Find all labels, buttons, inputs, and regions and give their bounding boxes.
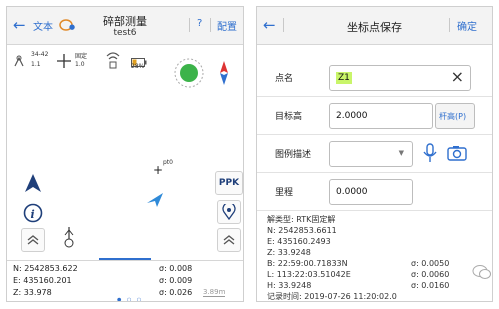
sat-count: 34-42 bbox=[31, 51, 49, 58]
navigation-icon[interactable] bbox=[21, 171, 45, 195]
longitude-value: L: 113:22:03.51042E bbox=[267, 270, 351, 279]
legend-select[interactable]: ▼ bbox=[329, 141, 413, 167]
point-marker-icon[interactable]: + bbox=[153, 163, 163, 177]
solution-info-panel: 解类型: RTK固定解 N: 2542853.6611 E: 435160.24… bbox=[267, 214, 449, 301]
dropdown-icon: ▼ bbox=[398, 149, 404, 157]
location-pin-icon[interactable] bbox=[217, 200, 241, 224]
easting-value: E: 435160.2493 bbox=[267, 237, 331, 246]
survey-screen: ← 文本 ● 碎部测量 test6 ? 配置 34-42 1.1 固定 1.0 bbox=[6, 6, 244, 302]
point-name-input[interactable]: Z1 × bbox=[329, 65, 471, 91]
coordinate-panel: N: 2542853.622 E: 435160.201 Z: 33.978 σ… bbox=[7, 260, 243, 301]
help-button[interactable]: ? bbox=[197, 18, 202, 29]
header-bar: ← 坐标点保存 确定 bbox=[257, 7, 492, 45]
save-point-screen: ← 坐标点保存 确定 点名 Z1 × 目标高 2.0000 杆高(P) 图例描述… bbox=[256, 6, 493, 302]
mileage-row: 里程 0.0000 bbox=[257, 173, 492, 211]
ppk-button[interactable]: PPK bbox=[215, 171, 243, 195]
easting-value: E: 435160.201 bbox=[13, 276, 72, 285]
legend-label: 图例描述 bbox=[275, 150, 312, 160]
northing-value: N: 2542853.6611 bbox=[267, 226, 337, 235]
page-dots[interactable]: ● ○ ○ bbox=[117, 297, 143, 301]
record-time: 记录时间: 2019-07-26 11:20:02.0 bbox=[267, 292, 397, 301]
sigma-n: σ: 0.008 bbox=[159, 264, 193, 273]
ellipsoid-height-value: H: 33.9248 bbox=[267, 281, 312, 290]
info-icon[interactable]: i bbox=[21, 201, 45, 225]
link-icon[interactable] bbox=[105, 50, 121, 74]
microphone-icon[interactable] bbox=[423, 143, 437, 167]
latitude-value: B: 22:59:00.71833N bbox=[267, 259, 348, 268]
collapse-up-icon[interactable] bbox=[217, 228, 241, 252]
clear-icon[interactable]: × bbox=[451, 69, 464, 85]
status-row: 34-42 1.1 固定 1.0 28% bbox=[7, 47, 243, 77]
fix-status: 固定 bbox=[75, 53, 88, 60]
point-name-label: 点名 bbox=[275, 74, 294, 84]
divider bbox=[449, 18, 450, 32]
confirm-button[interactable]: 确定 bbox=[457, 18, 477, 33]
solution-type: 解类型: RTK固定解 bbox=[267, 215, 336, 224]
sigma-l: σ: 0.0060 bbox=[411, 270, 450, 279]
target-height-label: 目标高 bbox=[275, 112, 303, 122]
project-name: test6 bbox=[113, 28, 137, 38]
config-button[interactable]: 配置 bbox=[217, 18, 237, 33]
compass-icon[interactable] bbox=[218, 61, 230, 89]
mileage-label: 里程 bbox=[275, 188, 294, 198]
point-name-value: Z1 bbox=[336, 72, 352, 84]
sigma-z: σ: 0.026 bbox=[159, 288, 193, 297]
stakeout-pole-icon[interactable] bbox=[57, 226, 81, 250]
sigma-e: σ: 0.009 bbox=[159, 276, 193, 285]
point-name-row: 点名 Z1 × bbox=[257, 59, 492, 97]
northing-value: N: 2542853.622 bbox=[13, 264, 78, 273]
position-arrow-icon bbox=[147, 192, 163, 211]
mileage-input[interactable]: 0.0000 bbox=[329, 179, 413, 205]
sigma-h: σ: 0.0160 bbox=[411, 281, 450, 290]
battery-level: 28% bbox=[131, 63, 145, 70]
gps-accuracy-indicator[interactable] bbox=[173, 57, 205, 89]
legend-row: 图例描述 ▼ bbox=[257, 135, 492, 173]
height-value: Z: 33.9248 bbox=[267, 248, 311, 257]
page-title: 碎部测量 bbox=[103, 15, 147, 28]
sigma-b: σ: 0.0050 bbox=[411, 259, 450, 268]
header-bar: ← 文本 ● 碎部测量 test6 ? 配置 bbox=[7, 7, 243, 45]
wechat-watermark-icon bbox=[472, 264, 492, 284]
expand-up-icon[interactable] bbox=[21, 228, 45, 252]
sat-pdop: 1.1 bbox=[31, 61, 41, 68]
svg-text:i: i bbox=[31, 208, 35, 221]
divider bbox=[210, 18, 211, 32]
target-height-row: 目标高 2.0000 杆高(P) bbox=[257, 97, 492, 135]
pole-height-button[interactable]: 杆高(P) bbox=[435, 103, 475, 129]
crosshair-icon[interactable] bbox=[57, 53, 71, 72]
target-height-input[interactable]: 2.0000 bbox=[329, 103, 433, 129]
camera-icon[interactable] bbox=[447, 145, 467, 165]
point-label: pt0 bbox=[163, 159, 173, 166]
height-value: Z: 33.978 bbox=[13, 288, 52, 297]
fix-precision: 1.0 bbox=[75, 61, 85, 68]
satellite-icon[interactable] bbox=[13, 53, 25, 72]
divider bbox=[189, 18, 190, 32]
scale-bar: 3.89m bbox=[203, 288, 226, 297]
